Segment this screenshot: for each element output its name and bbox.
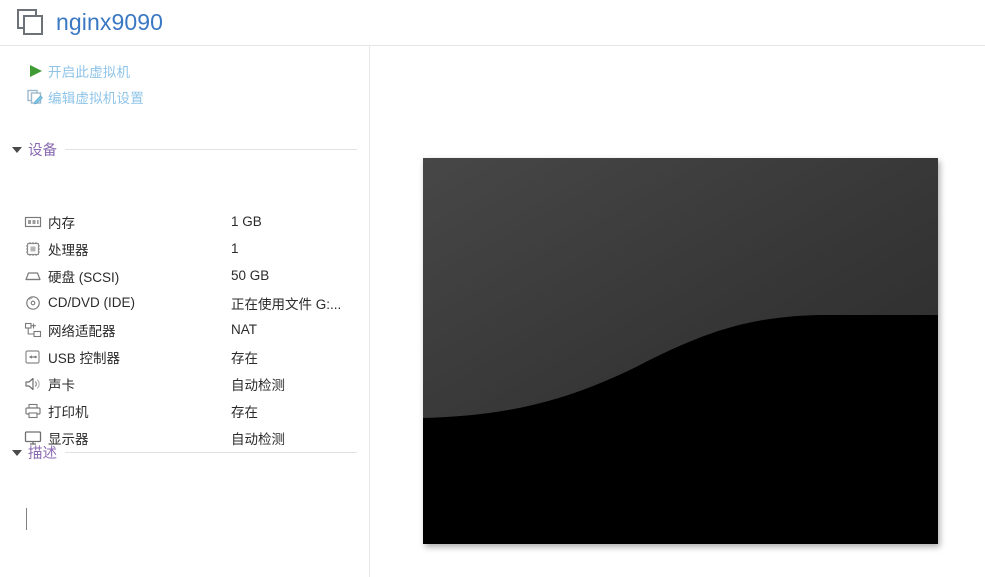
device-value: 1 — [231, 241, 239, 256]
device-row-processor[interactable]: 处理器 1 — [24, 235, 354, 262]
device-name: 打印机 — [48, 404, 89, 420]
vm-screen-thumbnail-canvas — [423, 158, 938, 544]
device-row-sound-card[interactable]: 声卡 自动检测 — [24, 370, 354, 397]
device-name: USB 控制器 — [48, 350, 121, 366]
device-value: 自动检测 — [231, 377, 285, 393]
device-value: 50 GB — [231, 268, 270, 283]
vm-action-links: 开启此虚拟机 编辑虚拟机设置 — [27, 60, 144, 112]
device-value: 存在 — [231, 404, 258, 420]
devices-list: 内存 1 GB 处理器 1 硬盘 (SCSI) 50 GB CD/DVD (ID… — [24, 208, 354, 451]
device-name: 处理器 — [48, 242, 89, 258]
collapse-triangle-icon[interactable] — [12, 146, 22, 153]
device-row-network-adapter[interactable]: 网络适配器 NAT — [24, 316, 354, 343]
edit-vm-settings-label: 编辑虚拟机设置 — [48, 90, 144, 106]
device-row-printer[interactable]: 打印机 存在 — [24, 397, 354, 424]
description-section-title: 描述 — [28, 446, 57, 462]
device-value: 正在使用文件 G:... — [231, 296, 342, 312]
device-row-usb-controller[interactable]: USB 控制器 存在 — [24, 343, 354, 370]
devices-section-header[interactable]: 设备 — [12, 139, 357, 160]
memory-icon — [24, 214, 43, 230]
text-caret — [26, 508, 27, 530]
device-name: 硬盘 (SCSI) — [48, 269, 120, 285]
devices-section-title: 设备 — [28, 143, 57, 159]
section-divider — [65, 452, 357, 453]
device-name: 网络适配器 — [48, 323, 116, 339]
vm-screen-thumbnail[interactable] — [423, 158, 938, 544]
vm-summary-page: nginx9090 开启此虚拟机 编辑虚拟机设置 设备 内存 1 GB 处理器 … — [0, 0, 985, 577]
usb-icon — [24, 349, 43, 365]
cd-dvd-icon — [24, 295, 43, 311]
harddisk-icon — [24, 268, 43, 284]
right-preview-pane — [371, 46, 985, 577]
device-row-harddisk[interactable]: 硬盘 (SCSI) 50 GB — [24, 262, 354, 289]
device-value: NAT — [231, 322, 257, 337]
collapse-triangle-icon[interactable] — [12, 449, 22, 456]
device-value: 存在 — [231, 350, 258, 366]
power-on-vm-link[interactable]: 开启此虚拟机 — [27, 60, 144, 81]
left-detail-pane: 开启此虚拟机 编辑虚拟机设置 设备 内存 1 GB 处理器 1 硬盘 (SCSI… — [0, 46, 370, 577]
network-icon — [24, 322, 43, 338]
vm-stacked-squares-icon — [14, 8, 48, 38]
power-on-vm-label: 开启此虚拟机 — [48, 64, 131, 80]
device-row-memory[interactable]: 内存 1 GB — [24, 208, 354, 235]
printer-icon — [24, 403, 43, 419]
device-row-cd-dvd[interactable]: CD/DVD (IDE) 正在使用文件 G:... — [24, 289, 354, 316]
edit-settings-icon — [27, 89, 44, 105]
play-triangle-icon — [27, 63, 44, 79]
processor-icon — [24, 241, 43, 257]
device-name: 声卡 — [48, 377, 75, 393]
device-name: 内存 — [48, 215, 75, 231]
device-name: CD/DVD (IDE) — [48, 295, 135, 310]
description-section-header[interactable]: 描述 — [12, 442, 357, 463]
device-value: 1 GB — [231, 214, 262, 229]
vm-header: nginx9090 — [0, 0, 985, 46]
page-title: nginx9090 — [56, 9, 164, 35]
sound-card-icon — [24, 376, 43, 392]
section-divider — [65, 149, 357, 150]
edit-vm-settings-link[interactable]: 编辑虚拟机设置 — [27, 86, 144, 107]
description-textarea[interactable] — [24, 508, 354, 568]
